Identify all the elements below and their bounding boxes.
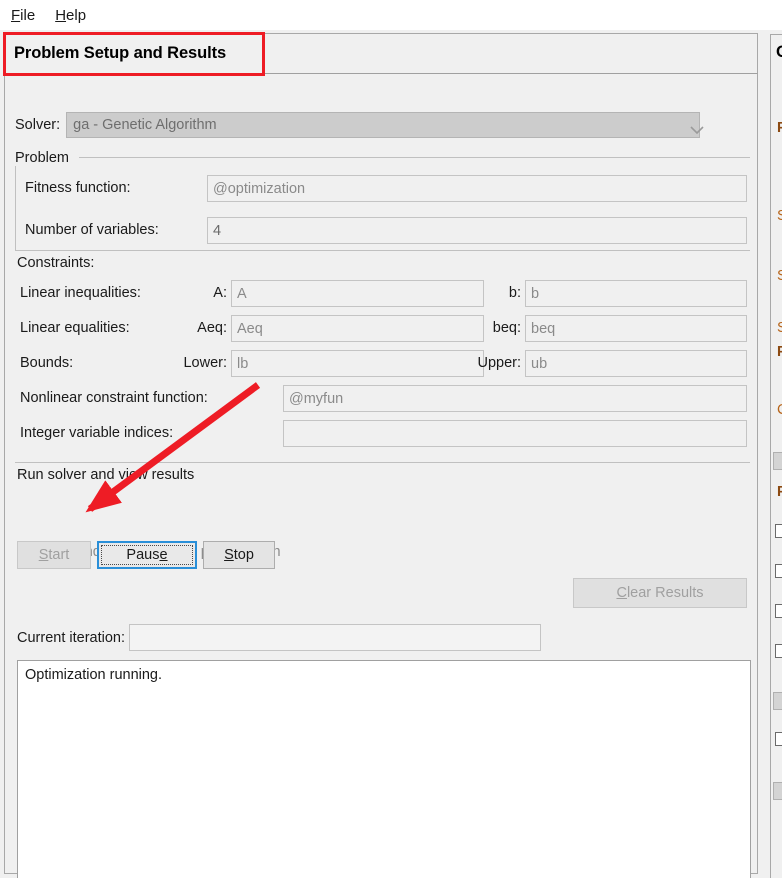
options-checkbox[interactable] (775, 644, 782, 658)
problem-group-left-rule (15, 157, 16, 250)
linear-equalities-beq-value: beq (531, 320, 556, 337)
clear-results-mnemonic: C (616, 585, 627, 601)
menu-file-mnemonic: F (11, 6, 21, 24)
options-panel-title: O (770, 34, 782, 72)
options-row-label: P (777, 344, 782, 360)
pause-button[interactable]: Pause (97, 541, 197, 569)
results-text: Optimization running. (25, 667, 163, 683)
optimization-tool-window: File Help Problem Setup and Results Solv… (0, 0, 782, 878)
results-textarea[interactable]: Optimization running. (17, 660, 751, 878)
number-of-variables-input[interactable]: 4 (207, 217, 747, 244)
options-row-label: S (777, 268, 782, 284)
clear-results-button[interactable]: Clear Results (573, 578, 747, 608)
stop-button-mnemonic: S (224, 547, 234, 563)
options-row-label: P (777, 120, 782, 136)
solver-select[interactable]: ga - Genetic Algorithm (66, 112, 704, 138)
number-of-variables-label: Number of variables: (25, 222, 159, 238)
problem-group-rule (79, 157, 750, 158)
start-button-label: tart (48, 547, 70, 563)
options-checkbox[interactable] (775, 604, 782, 618)
options-row-label: C (777, 402, 782, 418)
options-panel-sliver: O P S S S P C P (761, 30, 782, 878)
start-button[interactable]: Start (17, 541, 91, 569)
linear-inequalities-label: Linear inequalities: (20, 285, 141, 301)
menu-help-rest: elp (66, 6, 87, 24)
problem-group-bottom-rule (15, 250, 750, 251)
linear-equalities-beq-label: beq: (492, 320, 521, 336)
panel-titlebar: Problem Setup and Results (4, 33, 758, 74)
options-row-label: S (777, 208, 782, 224)
bounds-upper-label: Upper: (477, 355, 521, 371)
fitness-function-label: Fitness function: (25, 180, 131, 196)
constraints-group-legend: Constraints: (17, 255, 101, 271)
menu-file-rest: ile (20, 6, 36, 24)
options-row-label: P (777, 484, 782, 500)
fitness-function-value: @optimization (213, 180, 306, 197)
options-panel-body: P S S S P C P (770, 72, 782, 878)
stop-button-label: top (233, 547, 254, 563)
run-solver-group-legend: Run solver and view results (17, 467, 201, 483)
start-button-mnemonic: S (38, 547, 49, 563)
solver-label: Solver: (15, 117, 61, 133)
options-checkbox[interactable] (775, 564, 782, 578)
clear-results-label: lear Results (626, 585, 704, 601)
options-section-bar (773, 782, 782, 800)
linear-equalities-aeq-value: Aeq (237, 320, 263, 337)
linear-inequalities-a-label: A: (213, 285, 227, 301)
solver-select-value: ga - Genetic Algorithm (73, 117, 217, 133)
fitness-function-input[interactable]: @optimization (207, 175, 747, 202)
bounds-lower-label: Lower: (183, 355, 227, 371)
nonlinear-constraint-function-input[interactable]: @myfun (283, 385, 747, 412)
linear-equalities-label: Linear equalities: (20, 320, 130, 336)
pause-button-mnemonic: e (159, 547, 168, 563)
bounds-upper-value: ub (531, 355, 548, 372)
current-iteration-row: Current iteration: (17, 624, 541, 651)
number-of-variables-value: 4 (213, 222, 222, 239)
current-iteration-label: Current iteration: (17, 629, 125, 646)
nonlinear-constraint-function-value: @myfun (289, 390, 344, 407)
solver-row: Solver: ga - Genetic Algorithm (15, 112, 704, 138)
problem-group-legend: Problem (15, 150, 75, 166)
bounds-lower-value: lb (237, 355, 249, 372)
constraints-group-bottom-rule (15, 462, 750, 463)
nonlinear-constraint-function-label: Nonlinear constraint function: (20, 390, 208, 406)
linear-inequalities-a-value: A (237, 285, 247, 302)
linear-inequalities-b-input[interactable]: b (525, 280, 747, 307)
bounds-upper-input[interactable]: ub (525, 350, 747, 377)
linear-inequalities-b-label: b: (508, 285, 521, 301)
menu-help-mnemonic: H (55, 6, 67, 24)
menubar: File Help (0, 0, 782, 30)
options-section-bar (773, 692, 782, 710)
panel-body: Solver: ga - Genetic Algorithm Problem F… (4, 74, 758, 878)
integer-variable-indices-input[interactable] (283, 420, 747, 447)
linear-equalities-aeq-input[interactable]: Aeq (231, 315, 484, 342)
pause-button-label: Paus (126, 547, 160, 563)
menu-item-help[interactable]: Help (54, 5, 87, 26)
page-title: Problem Setup and Results (14, 44, 227, 62)
menu-item-file[interactable]: File (10, 5, 36, 26)
linear-equalities-beq-input[interactable]: beq (525, 315, 747, 342)
stop-button[interactable]: Stop (203, 541, 275, 569)
options-checkbox[interactable] (775, 524, 782, 538)
linear-equalities-aeq-label: Aeq: (197, 320, 227, 336)
options-checkbox[interactable] (775, 732, 782, 746)
bounds-label: Bounds: (20, 355, 74, 371)
current-iteration-input[interactable] (129, 624, 541, 651)
options-section-bar (773, 452, 782, 470)
linear-inequalities-a-input[interactable]: A (231, 280, 484, 307)
problem-setup-panel: Problem Setup and Results Solver: ga - G… (0, 30, 761, 878)
integer-variable-indices-label: Integer variable indices: (20, 425, 174, 441)
linear-inequalities-b-value: b (531, 285, 540, 302)
options-row-label: S (777, 320, 782, 336)
